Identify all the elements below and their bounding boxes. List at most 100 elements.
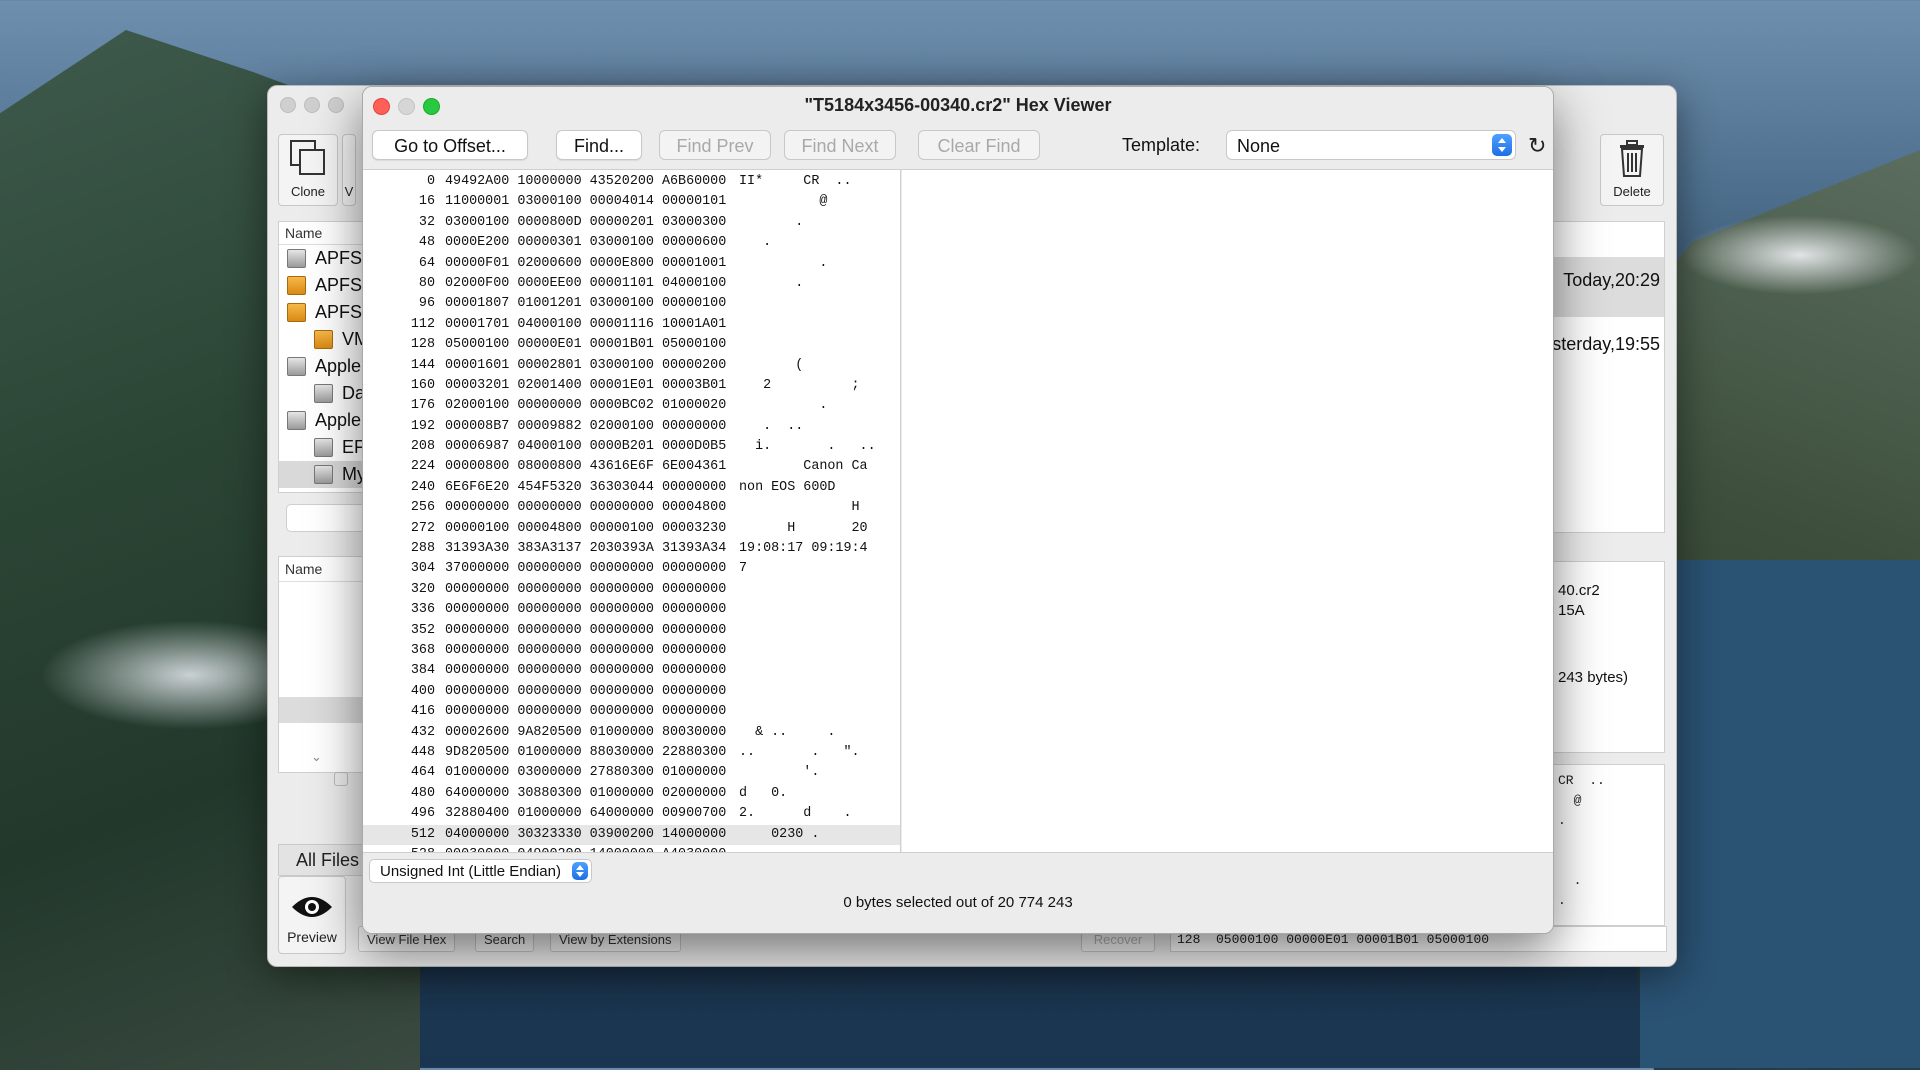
hex-offset: 400 — [410, 683, 435, 699]
hex-offset: 224 — [410, 459, 435, 475]
desktop-wallpaper-sea — [1640, 560, 1920, 1068]
hex-row[interactable]: 480 64000000 30880300 01000000 02000000 d … — [363, 784, 900, 804]
hex-row[interactable]: 80 02000F00 0000EE00 00001101 04000100 . — [363, 274, 900, 294]
hex-row[interactable]: 512 04000000 30323330 03900200 14000000 0… — [363, 824, 900, 845]
hex-dump-pane[interactable]: 0 49492A00 10000000 43520200 A6B60000 II* … — [363, 170, 901, 852]
find-next-button[interactable]: Find Next — [784, 130, 896, 160]
hex-viewer-titlebar[interactable]: "T5184x3456-00340.cr2" Hex Viewer — [363, 87, 1553, 123]
hex-row[interactable]: 144 00001601 00002801 03000100 00000200 ( — [363, 356, 900, 376]
hex-row[interactable]: 528 00030000 04900200 14000000 A4030000 — [363, 845, 900, 852]
hex-ascii: 0230 . — [739, 826, 820, 842]
hex-bytes: 6E6F6E20 454F5320 36303044 00000000 — [445, 479, 727, 495]
hex-offset: 464 — [410, 765, 435, 781]
hex-viewer-window[interactable]: "T5184x3456-00340.cr2" Hex Viewer Go to … — [362, 86, 1554, 934]
clone-button[interactable]: Clone — [278, 134, 338, 206]
hex-row[interactable]: 288 31393A30 383A3137 2030393A 31393A34 19… — [363, 539, 900, 559]
hex-row[interactable]: 464 01000000 03000000 27880300 01000000 '… — [363, 763, 900, 783]
hex-bytes: 49492A00 10000000 43520200 A6B60000 — [445, 174, 727, 189]
preview-label: Preview — [287, 929, 337, 945]
orange-drive-icon — [287, 276, 306, 295]
hex-row[interactable]: 496 32880400 01000000 64000000 00900700 2.… — [363, 804, 900, 824]
template-select[interactable]: None — [1226, 130, 1516, 160]
hex-row[interactable]: 416 00000000 00000000 00000000 00000000 — [363, 702, 900, 722]
hex-row[interactable]: 0 49492A00 10000000 43520200 A6B60000 II* … — [363, 172, 900, 192]
data-type-value: Unsigned Int (Little Endian) — [380, 863, 561, 880]
hex-bytes: 00001701 04000100 00001116 10001A01 — [445, 316, 727, 332]
hex-row[interactable]: 160 00003201 02001400 00001E01 00003B01 2… — [363, 376, 900, 396]
hex-offset: 528 — [363, 845, 435, 852]
v-button[interactable]: V — [342, 134, 356, 206]
hex-row[interactable]: 448 9D820500 01000000 88030000 22880300..… — [363, 743, 900, 763]
hex-offset: 240 — [410, 479, 435, 495]
clear-find-button[interactable]: Clear Find — [918, 130, 1040, 160]
hex-offset: 176 — [410, 398, 435, 414]
hex-bytes: 00000F01 02000600 0000E800 00001001 — [445, 255, 727, 271]
hex-row[interactable]: 336 00000000 00000000 00000000 00000000 — [363, 600, 900, 620]
template-value: None — [1237, 136, 1281, 156]
delete-button[interactable]: Delete — [1600, 134, 1664, 206]
go-to-offset-button[interactable]: Go to Offset... — [372, 130, 528, 160]
hex-row[interactable]: 176 02000100 00000000 0000BC02 01000020 . — [363, 396, 900, 416]
hex-offset: 128 — [410, 337, 435, 353]
hex-row[interactable]: 112 00001701 04000100 00001116 10001A01 — [363, 315, 900, 335]
hex-row[interactable]: 128 05000100 00000E01 00001B01 05000100 — [363, 335, 900, 355]
refresh-icon[interactable]: ↻ — [1528, 135, 1546, 157]
hex-offset: 416 — [410, 704, 435, 720]
hex-row[interactable]: 304 37000000 00000000 00000000 00000000 7 — [363, 559, 900, 579]
hex-bytes: 37000000 00000000 00000000 00000000 — [445, 561, 727, 577]
drive-list-item-label: APFS — [315, 275, 363, 295]
hex-offset: 368 — [410, 642, 435, 658]
hex-bytes: 00000000 00000000 00000000 00000000 — [445, 683, 727, 699]
hex-row[interactable]: 352 00000000 00000000 00000000 00000000 — [363, 621, 900, 641]
hex-bytes: 11000001 03000100 00004014 00000101 — [445, 194, 727, 210]
hex-ascii: & .. . — [739, 724, 836, 740]
file-id-fragment: 15A — [1558, 602, 1585, 619]
hex-bytes: 02000100 00000000 0000BC02 01000020 — [445, 398, 727, 414]
data-type-select[interactable]: Unsigned Int (Little Endian) — [369, 859, 592, 883]
hex-row[interactable]: 368 00000000 00000000 00000000 00000000 — [363, 641, 900, 661]
hex-row[interactable]: 48 0000E200 00000301 03000100 00000600 . — [363, 233, 900, 253]
preview-button[interactable]: Preview — [278, 876, 346, 954]
back-close-button[interactable] — [280, 97, 296, 113]
hex-bytes: 00030000 04900200 14000000 A4030000 — [445, 845, 726, 852]
hex-offset: 16 — [418, 194, 435, 210]
hex-row[interactable]: 208 00006987 04000100 0000B201 0000D0B5 i… — [363, 437, 900, 457]
hex-offset: 304 — [410, 561, 435, 577]
hex-offset: 80 — [418, 275, 435, 291]
hex-row[interactable]: 64 00000F01 02000600 0000E800 00001001 . — [363, 254, 900, 274]
hex-row[interactable]: 320 00000000 00000000 00000000 00000000 — [363, 580, 900, 600]
hex-row[interactable]: 224 00000800 08000800 43616E6F 6E004361 C… — [363, 457, 900, 477]
hex-row[interactable]: 32 03000100 0000800D 00000201 03000300 . — [363, 213, 900, 233]
hex-row[interactable]: 432 00002600 9A820500 01000000 80030000 &… — [363, 723, 900, 743]
hex-bytes: 00001807 01001201 03000100 00000100 — [445, 296, 727, 312]
hex-offset: 32 — [418, 214, 435, 230]
checkbox[interactable] — [334, 772, 348, 786]
hex-row[interactable]: 272 00000100 00004800 00000100 00003230 H… — [363, 519, 900, 539]
hex-row[interactable]: 400 00000000 00000000 00000000 00000000 — [363, 682, 900, 702]
hex-offset: 496 — [410, 806, 435, 822]
window-title: "T5184x3456-00340.cr2" Hex Viewer — [804, 95, 1112, 115]
back-minimize-button[interactable] — [304, 97, 320, 113]
hex-row[interactable]: 96 00001807 01001201 03000100 00000100 — [363, 294, 900, 314]
find-prev-button[interactable]: Find Prev — [659, 130, 771, 160]
hex-row[interactable]: 16 11000001 03000100 00004014 00000101 @ — [363, 192, 900, 212]
hex-offset: 512 — [410, 826, 435, 842]
hex-ascii: H 20 — [739, 520, 868, 536]
hex-offset: 272 — [410, 520, 435, 536]
hex-offset: 192 — [410, 418, 435, 434]
back-zoom-button[interactable] — [328, 97, 344, 113]
hex-bytes: 04000000 30323330 03900200 14000000 — [445, 826, 727, 842]
hex-row[interactable]: 256 00000000 00000000 00000000 00004800 H — [363, 498, 900, 518]
ascii-line: CR .. — [1558, 773, 1605, 788]
hex-row[interactable]: 240 6E6F6E20 454F5320 36303044 00000000 no… — [363, 478, 900, 498]
find-button[interactable]: Find... — [556, 130, 642, 160]
chevron-down-icon[interactable]: ⌄ — [311, 749, 322, 765]
selection-status: 0 bytes selected out of 20 774 243 — [843, 894, 1073, 911]
v-label: V — [344, 184, 354, 199]
hex-ascii: . .. — [739, 418, 804, 434]
date-modified: sterday,19:55 — [1553, 334, 1660, 354]
hex-row[interactable]: 384 00000000 00000000 00000000 00000000 — [363, 661, 900, 681]
hex-bytes: 00000000 00000000 00000000 00004800 — [445, 500, 727, 516]
date-modified: Today,20:29 — [1563, 270, 1660, 290]
hex-row[interactable]: 192 000008B7 00009882 02000100 00000000 .… — [363, 417, 900, 437]
